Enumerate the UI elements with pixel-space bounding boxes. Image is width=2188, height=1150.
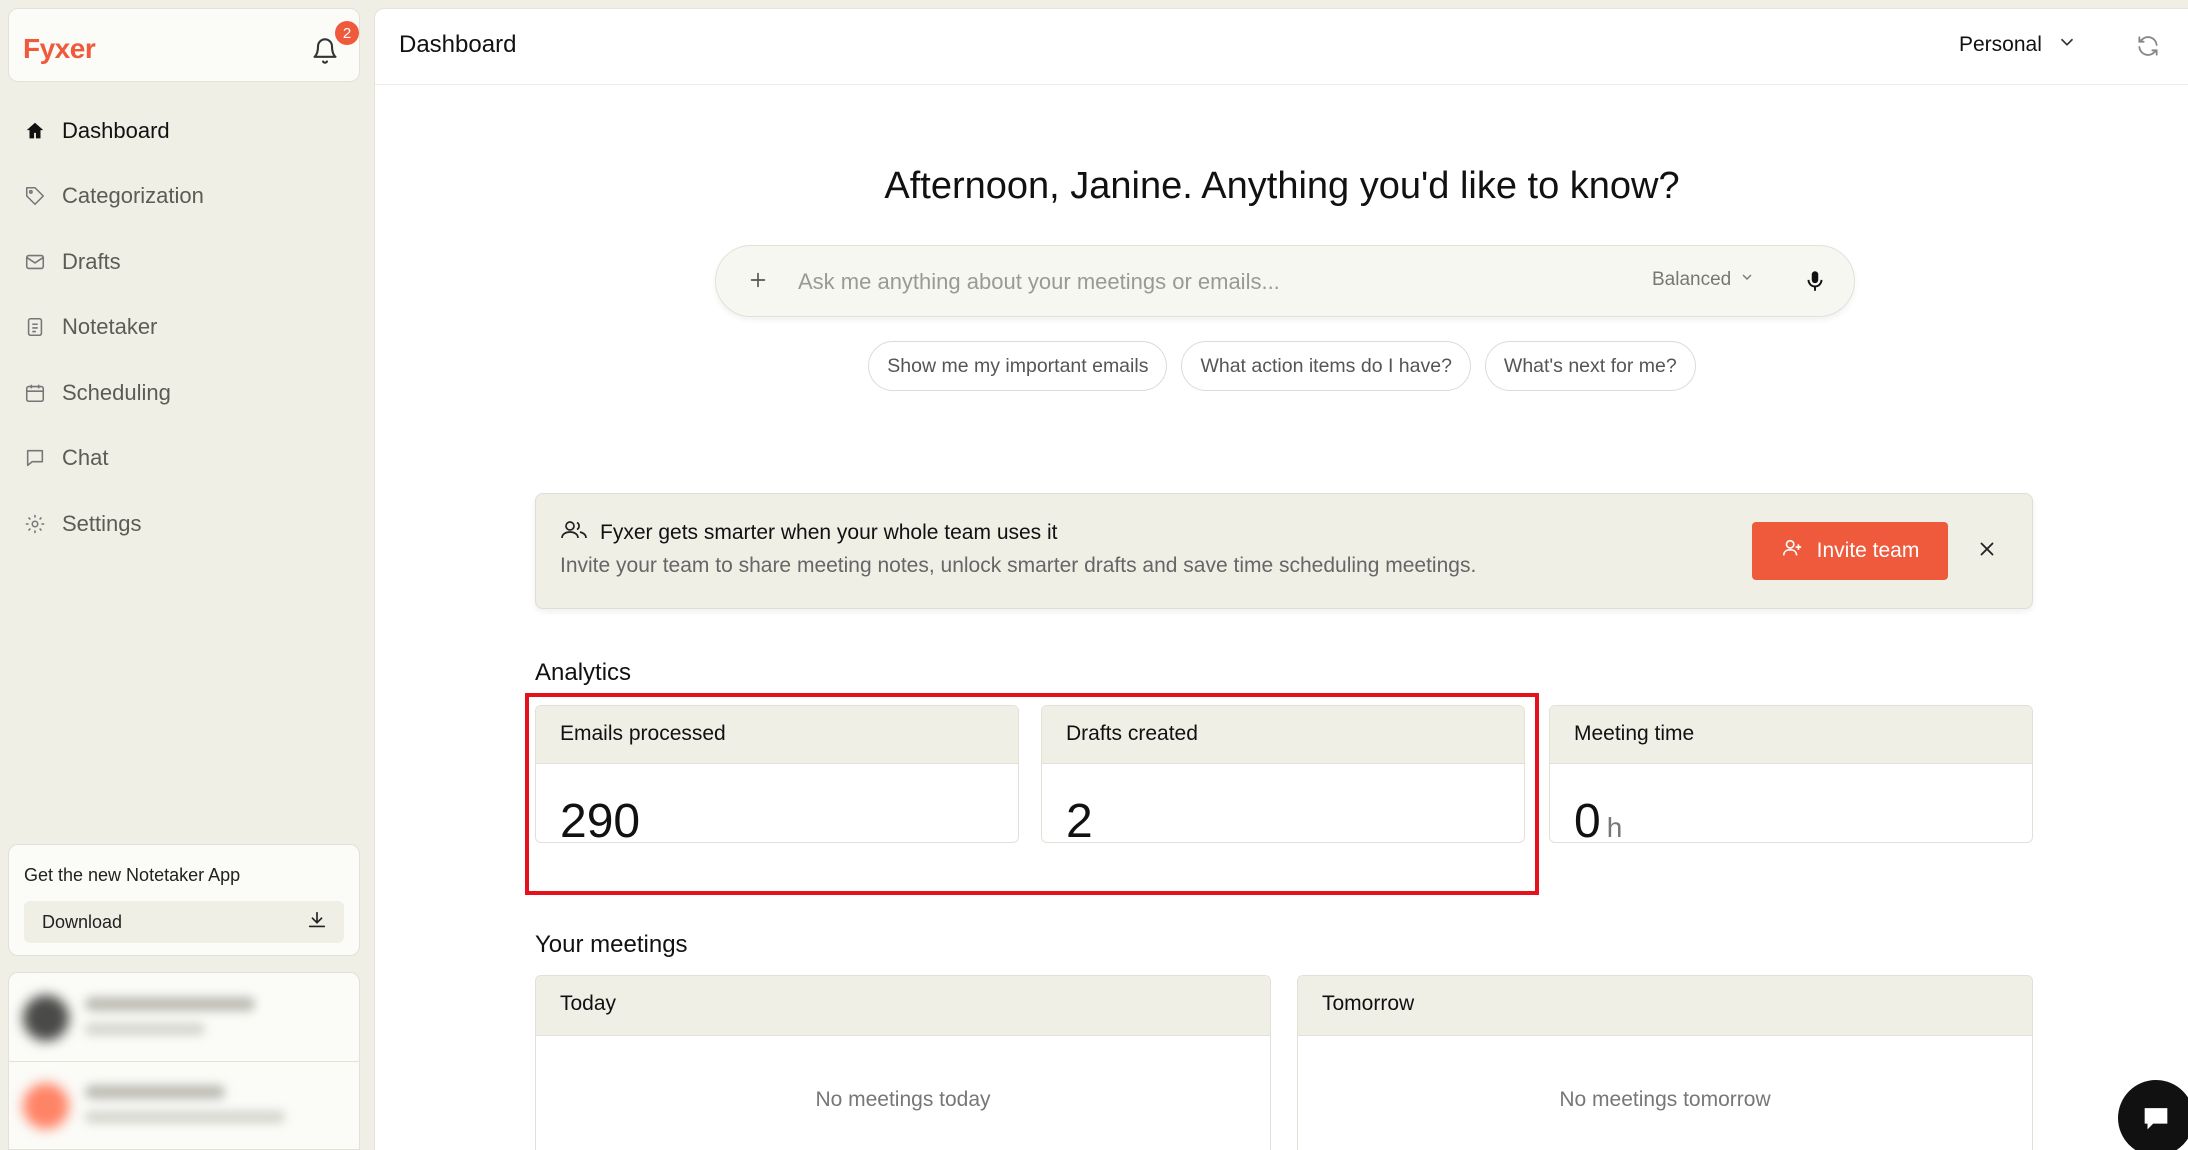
- stat-value-number: 0: [1574, 795, 1601, 843]
- gear-icon: [24, 513, 46, 535]
- ask-box: Balanced: [715, 245, 1855, 317]
- invite-banner-subtitle: Invite your team to share meeting notes,…: [560, 554, 1477, 577]
- sidebar-item-settings[interactable]: Settings: [8, 491, 360, 557]
- sidebar: Fyxer 2 Dashboard Categorization Drafts …: [0, 0, 374, 1150]
- chat-launcher-button[interactable]: [2118, 1080, 2188, 1150]
- meetings-today-card: Today No meetings today: [535, 975, 1271, 1150]
- notetaker-promo-title: Get the new Notetaker App: [24, 865, 241, 885]
- main-panel: Dashboard Personal Afternoon, Janine. An…: [374, 8, 2188, 1150]
- add-user-icon: [1781, 537, 1803, 565]
- stat-value-unit: h: [1606, 812, 1623, 843]
- notetaker-promo: Get the new Notetaker App Download: [8, 844, 360, 956]
- account-email-blurred: [85, 1111, 285, 1123]
- page-title: Dashboard: [399, 31, 517, 58]
- account-item[interactable]: [9, 1061, 359, 1149]
- sidebar-item-label: Categorization: [62, 183, 204, 209]
- stat-value-number: 2: [1066, 795, 1093, 843]
- notes-icon: [24, 316, 46, 338]
- stat-card-label: Drafts created: [1042, 706, 1524, 764]
- sidebar-item-label: Dashboard: [62, 117, 170, 143]
- sidebar-nav: Dashboard Categorization Drafts Notetake…: [8, 98, 360, 557]
- avatar: [23, 1083, 69, 1129]
- account-switcher: [8, 972, 360, 1150]
- download-button[interactable]: Download: [24, 901, 344, 943]
- empty-state-text: No meetings today: [815, 1088, 991, 1111]
- chat-icon: [24, 447, 46, 469]
- chevron-down-icon: [1739, 269, 1755, 291]
- refresh-icon[interactable]: [2135, 33, 2163, 61]
- ask-input[interactable]: [798, 262, 1618, 302]
- calendar-icon: [24, 382, 46, 404]
- brand-logo[interactable]: Fyxer: [23, 33, 96, 65]
- meetings-tomorrow-card: Tomorrow No meetings tomorrow: [1297, 975, 2033, 1150]
- account-name-blurred: [85, 997, 255, 1011]
- meetings-column-label: Tomorrow: [1298, 976, 2032, 1036]
- stat-card-emails-processed: Emails processed 290: [535, 705, 1019, 843]
- sidebar-item-scheduling[interactable]: Scheduling: [8, 360, 360, 426]
- suggestion-chip[interactable]: What action items do I have?: [1181, 341, 1471, 391]
- close-icon[interactable]: [1972, 534, 2002, 564]
- home-icon: [24, 120, 46, 142]
- sidebar-item-dashboard[interactable]: Dashboard: [8, 98, 360, 164]
- greeting-heading: Afternoon, Janine. Anything you'd like t…: [884, 165, 1680, 207]
- sidebar-item-chat[interactable]: Chat: [8, 426, 360, 492]
- invite-team-button[interactable]: Invite team: [1752, 522, 1948, 580]
- meetings-heading: Your meetings: [535, 931, 688, 958]
- sidebar-item-categorization[interactable]: Categorization: [8, 164, 360, 230]
- download-label: Download: [42, 911, 123, 932]
- sidebar-item-drafts[interactable]: Drafts: [8, 229, 360, 295]
- mode-label: Balanced: [1652, 269, 1732, 290]
- sidebar-item-notetaker[interactable]: Notetaker: [8, 295, 360, 361]
- bell-icon[interactable]: [311, 37, 339, 65]
- sidebar-item-label: Settings: [62, 510, 142, 536]
- stat-card-label: Meeting time: [1550, 706, 2032, 764]
- workspace-label: Personal: [1959, 33, 2042, 56]
- brand-card: Fyxer 2: [8, 8, 360, 82]
- stat-card-value: 2: [1042, 764, 1524, 843]
- sidebar-item-label: Notetaker: [62, 314, 158, 340]
- invite-banner: Fyxer gets smarter when your whole team …: [535, 493, 2033, 609]
- invite-banner-title-text: Fyxer gets smarter when your whole team …: [600, 521, 1058, 544]
- chevron-down-icon: [2056, 31, 2078, 59]
- sidebar-item-label: Drafts: [62, 248, 121, 274]
- invite-team-label: Invite team: [1816, 539, 1920, 562]
- suggestion-chip[interactable]: Show me my important emails: [868, 341, 1168, 391]
- account-email-blurred: [85, 1023, 205, 1035]
- stat-card-label: Emails processed: [536, 706, 1018, 764]
- workspace-selector[interactable]: Personal: [1959, 31, 2078, 59]
- invite-banner-title: Fyxer gets smarter when your whole team …: [560, 518, 1058, 548]
- chat-bubble-icon: [2144, 1108, 2168, 1130]
- notification-badge: 2: [335, 21, 359, 45]
- plus-icon[interactable]: [744, 266, 772, 294]
- stat-card-drafts-created: Drafts created 2: [1041, 705, 1525, 843]
- stat-card-value: 290: [536, 764, 1018, 843]
- meetings-column-label: Today: [536, 976, 1270, 1036]
- mail-icon: [24, 251, 46, 273]
- account-name-blurred: [85, 1085, 225, 1099]
- microphone-icon[interactable]: [1802, 268, 1828, 294]
- analytics-heading: Analytics: [535, 659, 632, 686]
- account-item[interactable]: [9, 973, 359, 1061]
- empty-state-text: No meetings tomorrow: [1559, 1088, 1771, 1111]
- suggestion-chip[interactable]: What's next for me?: [1484, 341, 1696, 391]
- topbar: Dashboard Personal: [375, 9, 2188, 85]
- tag-icon: [24, 185, 46, 207]
- avatar: [23, 995, 69, 1041]
- stat-value-number: 290: [560, 795, 641, 843]
- mode-selector[interactable]: Balanced: [1652, 269, 1755, 291]
- stat-card-value: 0h: [1550, 764, 2032, 843]
- suggestion-chips: Show me my important emails What action …: [375, 341, 2188, 391]
- team-icon: [560, 518, 588, 548]
- sidebar-item-label: Chat: [62, 445, 109, 471]
- stat-card-meeting-time: Meeting time 0h: [1549, 705, 2033, 843]
- sidebar-item-label: Scheduling: [62, 379, 171, 405]
- download-icon: [306, 909, 328, 936]
